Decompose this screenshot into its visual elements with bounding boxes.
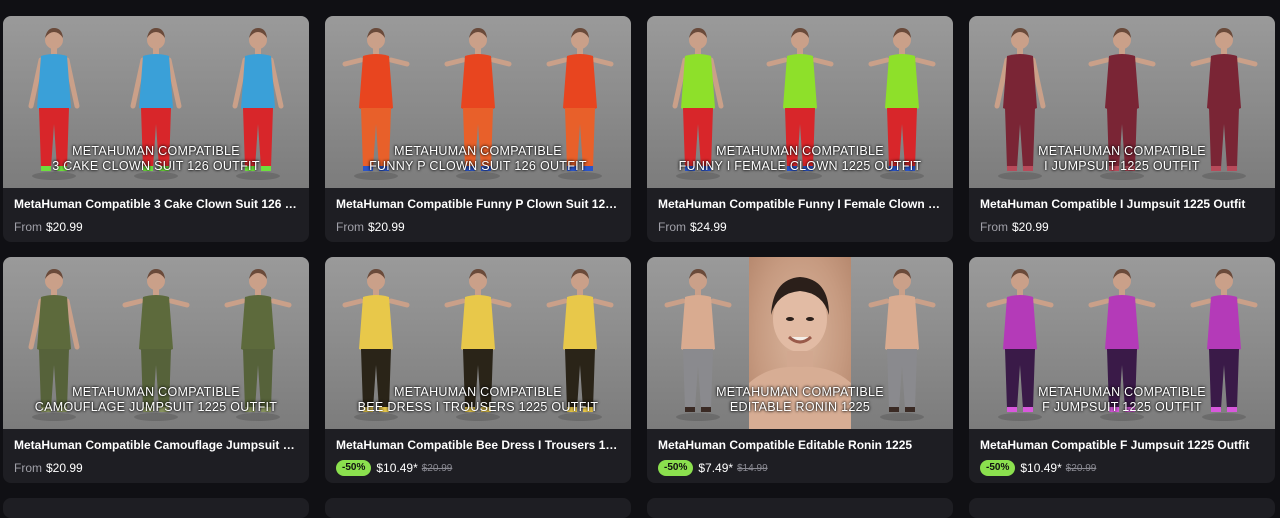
thumbnail-caption: METAHUMAN COMPATIBLE EDITABLE RONIN 1225 (647, 385, 953, 415)
product-card[interactable]: METAHUMAN COMPATIBLE EDITABLE RONIN 1225… (647, 257, 953, 483)
product-grid: METAHUMAN COMPATIBLE 3 CAKE CLOWN SUIT 1… (3, 16, 1280, 518)
discount-badge: -50% (980, 460, 1016, 476)
caption-line-2: 3 CAKE CLOWN SUIT 126 OUTFIT (52, 159, 260, 173)
product-title[interactable]: MetaHuman Compatible Funny P Clown Suit … (336, 197, 620, 212)
original-price: $14.99 (737, 462, 768, 474)
product-card-partial[interactable] (3, 498, 309, 518)
product-thumbnail[interactable]: METAHUMAN COMPATIBLE FUNNY I FEMALE CLOW… (647, 16, 953, 188)
thumbnail-caption: METAHUMAN COMPATIBLE 3 CAKE CLOWN SUIT 1… (3, 144, 309, 174)
caption-line-1: METAHUMAN COMPATIBLE (72, 144, 240, 158)
thumbnail-caption: METAHUMAN COMPATIBLE FUNNY P CLOWN SUIT … (325, 144, 631, 174)
price-row: From $24.99 (658, 218, 942, 236)
caption-line-2: CAMOUFLAGE JUMPSUIT 1225 OUTFIT (34, 400, 278, 414)
price-row: From $20.99 (14, 218, 298, 236)
thumbnail-caption: METAHUMAN COMPATIBLE F JUMPSUIT 1225 OUT… (969, 385, 1275, 415)
caption-line-1: METAHUMAN COMPATIBLE (716, 385, 884, 399)
price-row: From $20.99 (336, 218, 620, 236)
from-label: From (980, 220, 1008, 234)
caption-line-2: EDITABLE RONIN 1225 (729, 400, 871, 414)
product-thumbnail[interactable]: METAHUMAN COMPATIBLE 3 CAKE CLOWN SUIT 1… (3, 16, 309, 188)
thumbnail-caption: METAHUMAN COMPATIBLE BEE DRESS I TROUSER… (325, 385, 631, 415)
product-card[interactable]: METAHUMAN COMPATIBLE F JUMPSUIT 1225 OUT… (969, 257, 1275, 483)
caption-line-1: METAHUMAN COMPATIBLE (1038, 144, 1206, 158)
price-row: -50% $7.49* $14.99 (658, 459, 942, 477)
from-label: From (336, 220, 364, 234)
product-card-partial[interactable] (969, 498, 1275, 518)
caption-line-1: METAHUMAN COMPATIBLE (72, 385, 240, 399)
product-card[interactable]: METAHUMAN COMPATIBLE FUNNY P CLOWN SUIT … (325, 16, 631, 242)
price: $20.99 (368, 220, 405, 234)
thumbnail-caption: METAHUMAN COMPATIBLE CAMOUFLAGE JUMPSUIT… (3, 385, 309, 415)
caption-line-2: FUNNY I FEMALE CLOWN 1225 OUTFIT (678, 159, 922, 173)
price: $20.99 (46, 461, 83, 475)
price: $20.99 (46, 220, 83, 234)
price-row: -50% $10.49* $20.99 (336, 459, 620, 477)
product-title[interactable]: MetaHuman Compatible Editable Ronin 1225 (658, 438, 942, 453)
original-price: $20.99 (421, 462, 453, 474)
product-card-partial[interactable] (325, 498, 631, 518)
product-thumbnail[interactable]: METAHUMAN COMPATIBLE I JUMPSUIT 1225 OUT… (969, 16, 1275, 188)
product-card[interactable]: METAHUMAN COMPATIBLE 3 CAKE CLOWN SUIT 1… (3, 16, 309, 242)
discount-badge: -50% (336, 460, 372, 476)
product-thumbnail[interactable]: METAHUMAN COMPATIBLE EDITABLE RONIN 1225 (647, 257, 953, 429)
from-label: From (14, 461, 42, 475)
caption-line-1: METAHUMAN COMPATIBLE (716, 144, 884, 158)
sale-price: $10.49* (1020, 461, 1062, 475)
price: $20.99 (1012, 220, 1049, 234)
sale-price: $7.49* (698, 461, 734, 475)
from-label: From (658, 220, 686, 234)
caption-line-2: BEE DRESS I TROUSERS 1225 OUTFIT (357, 400, 599, 414)
price: $24.99 (690, 220, 727, 234)
product-title[interactable]: MetaHuman Compatible F Jumpsuit 1225 Out… (980, 438, 1264, 453)
sale-price: $10.49* (376, 461, 418, 475)
thumbnail-caption: METAHUMAN COMPATIBLE FUNNY I FEMALE CLOW… (647, 144, 953, 174)
product-title[interactable]: MetaHuman Compatible Bee Dress I Trouser… (336, 438, 620, 453)
product-title[interactable]: MetaHuman Compatible 3 Cake Clown Suit 1… (14, 197, 298, 212)
original-price: $20.99 (1065, 462, 1097, 474)
product-thumbnail[interactable]: METAHUMAN COMPATIBLE BEE DRESS I TROUSER… (325, 257, 631, 429)
caption-line-2: I JUMPSUIT 1225 OUTFIT (1044, 159, 1200, 173)
price-row: From $20.99 (14, 459, 298, 477)
product-title[interactable]: MetaHuman Compatible Funny I Female Clow… (658, 197, 942, 212)
caption-line-1: METAHUMAN COMPATIBLE (1038, 385, 1206, 399)
product-card-partial[interactable] (647, 498, 953, 518)
product-title[interactable]: MetaHuman Compatible I Jumpsuit 1225 Out… (980, 197, 1264, 212)
discount-badge: -50% (658, 460, 694, 476)
product-card[interactable]: METAHUMAN COMPATIBLE BEE DRESS I TROUSER… (325, 257, 631, 483)
product-card[interactable]: METAHUMAN COMPATIBLE FUNNY I FEMALE CLOW… (647, 16, 953, 242)
product-card[interactable]: METAHUMAN COMPATIBLE CAMOUFLAGE JUMPSUIT… (3, 257, 309, 483)
caption-line-2: FUNNY P CLOWN SUIT 126 OUTFIT (369, 159, 587, 173)
from-label: From (14, 220, 42, 234)
thumbnail-caption: METAHUMAN COMPATIBLE I JUMPSUIT 1225 OUT… (969, 144, 1275, 174)
price-row: -50% $10.49* $20.99 (980, 459, 1264, 477)
caption-line-1: METAHUMAN COMPATIBLE (394, 144, 562, 158)
product-title[interactable]: MetaHuman Compatible Camouflage Jumpsuit… (14, 438, 298, 453)
product-card[interactable]: METAHUMAN COMPATIBLE I JUMPSUIT 1225 OUT… (969, 16, 1275, 242)
product-thumbnail[interactable]: METAHUMAN COMPATIBLE F JUMPSUIT 1225 OUT… (969, 257, 1275, 429)
product-thumbnail[interactable]: METAHUMAN COMPATIBLE FUNNY P CLOWN SUIT … (325, 16, 631, 188)
product-thumbnail[interactable]: METAHUMAN COMPATIBLE CAMOUFLAGE JUMPSUIT… (3, 257, 309, 429)
caption-line-2: F JUMPSUIT 1225 OUTFIT (1042, 400, 1202, 414)
caption-line-1: METAHUMAN COMPATIBLE (394, 385, 562, 399)
price-row: From $20.99 (980, 218, 1264, 236)
